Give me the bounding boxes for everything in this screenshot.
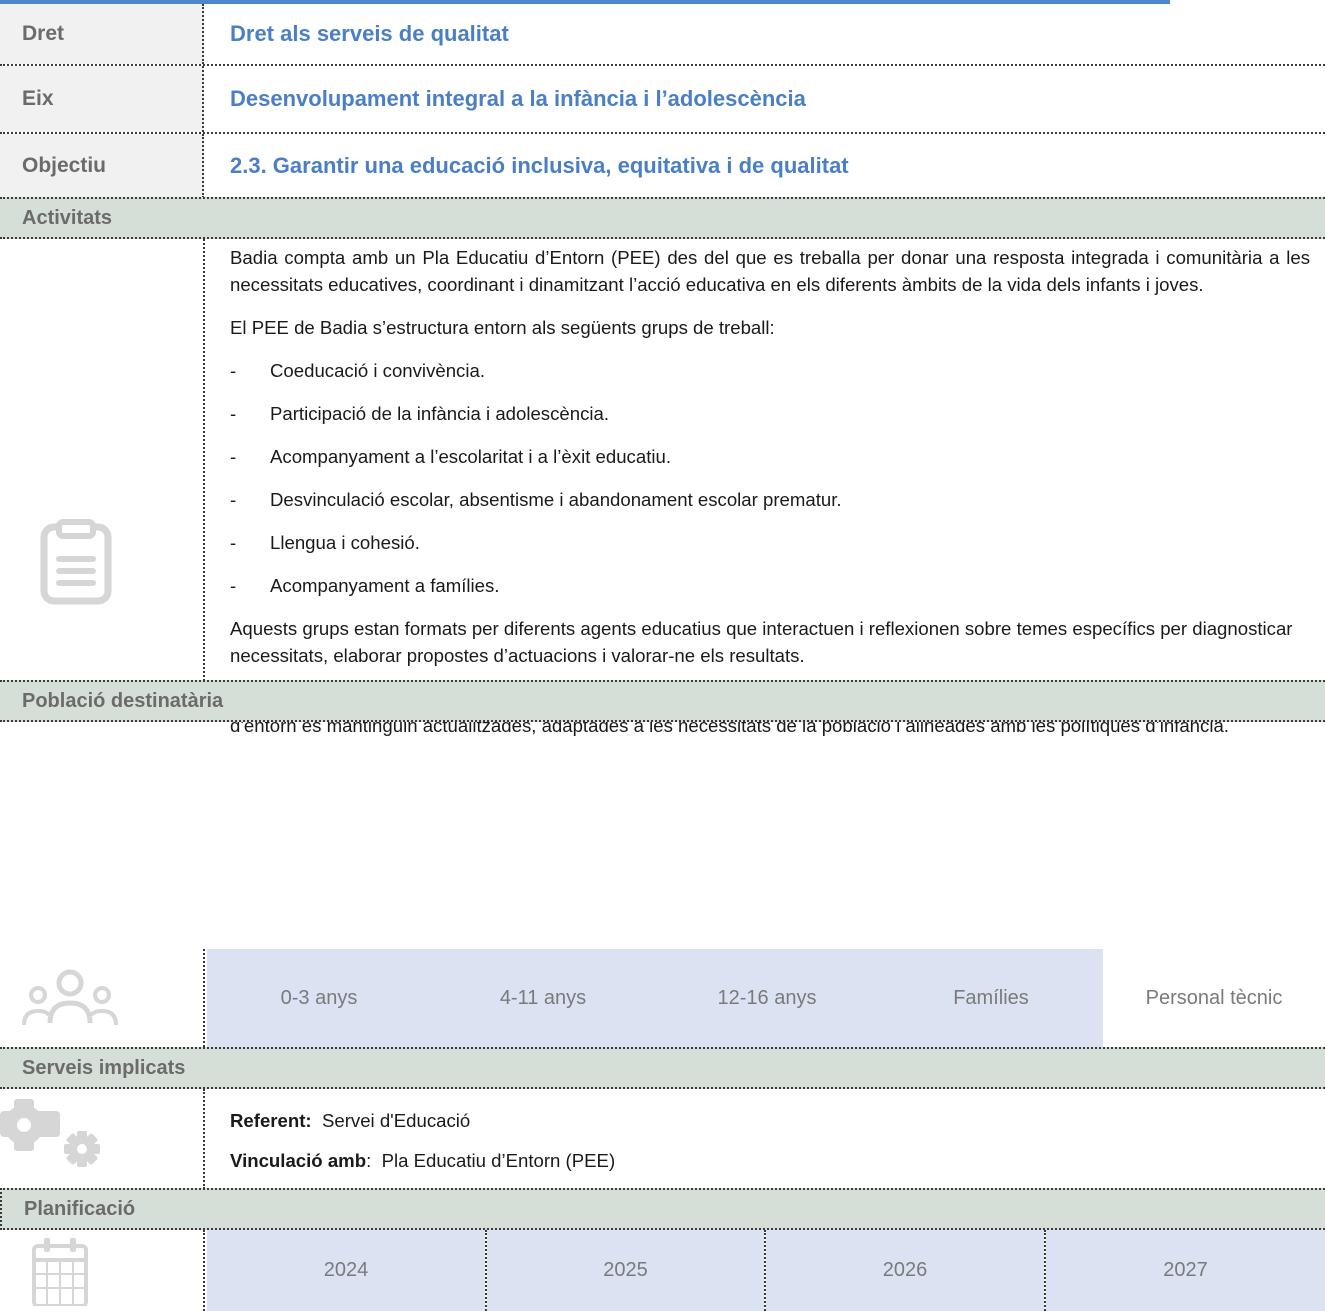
year-cell: 2024 [207, 1230, 485, 1311]
row-objectiu: Objectiu 2.3. Garantir una educació incl… [0, 134, 1325, 198]
year-divider [764, 1230, 766, 1311]
objectiu-value: 2.3. Garantir una educació inclusiva, eq… [230, 153, 849, 178]
list-item: - Participació de la infància i adolescèn… [230, 403, 610, 424]
row-dret: Dret Dret als serveis de qualitat [0, 4, 1325, 66]
serveis-header: Serveis implicats [0, 1047, 1325, 1089]
year-cell: 2026 [766, 1230, 1044, 1311]
year-divider [485, 1230, 487, 1311]
list-item: - Desvinculació escolar, absentisme i aba… [230, 489, 842, 510]
eix-value: Desenvolupament integral a la infància i… [230, 86, 806, 111]
activitats-icon-cell [0, 239, 205, 681]
poblacio-icon-cell [0, 949, 205, 1047]
poblacio-header: Població destinatària [0, 680, 1325, 722]
poblacio-item: 4-11 anys [499, 986, 587, 1009]
year-divider [1044, 1230, 1046, 1311]
list-item: - Acompanyament a famílies. [230, 575, 500, 596]
list-item: - Acompanyament a l’escolaritat i a l’èxi… [230, 446, 672, 467]
vinculacio-label: Vinculació amb [230, 1150, 367, 1171]
groups-list: - Coeducació i convivència. - Participació… [230, 357, 1310, 599]
poblacio-item: Personal tècnic [1145, 986, 1283, 1009]
list-item: - Llengua i cohesió. [230, 532, 420, 553]
serveis-icon-cell [0, 1089, 205, 1189]
calendar-icon [32, 1238, 88, 1306]
gears-icon [0, 1099, 100, 1167]
referent-row: Referent: Servei d'Educació [230, 1110, 470, 1132]
row-eix: Eix Desenvolupament integral a la infànc… [0, 66, 1325, 134]
list-item: - Coeducació i convivència. [230, 360, 485, 381]
vinculacio-value: Pla Educatiu d’Entorn (PEE) [381, 1150, 616, 1171]
planificacio-header: Planificació [0, 1188, 1325, 1230]
activitats-para2: Aquests grups estan formats per diferent… [230, 618, 1293, 666]
poblacio-item: 12-16 anys [717, 986, 817, 1009]
people-group-icon [22, 969, 118, 1026]
clipboard-icon [40, 519, 112, 605]
vinculacio-row: Vinculació amb: Pla Educatiu d’Entorn (P… [230, 1150, 616, 1171]
activitats-body: Badia compta amb un Pla Educatiu d’Entor… [230, 244, 1310, 739]
referent-label: Referent: [230, 1110, 312, 1131]
eix-label: Eix [0, 66, 204, 132]
year-cell: 2027 [1046, 1230, 1325, 1311]
year-cell: 2025 [487, 1230, 764, 1311]
objectiu-label: Objectiu [0, 134, 204, 198]
activitats-intro: Badia compta amb un Pla Educatiu d’Entor… [230, 247, 1310, 295]
poblacio-spacer [0, 722, 1325, 949]
fitxa-accio: Dret Dret als serveis de qualitat Eix De… [0, 0, 1325, 1311]
activitats-header: Activitats [0, 197, 1325, 239]
referent-value: Servei d'Educació [321, 1110, 471, 1131]
planificacio-icon-cell [0, 1230, 205, 1311]
poblacio-item: 0-3 anys [280, 986, 358, 1009]
groups-intro: El PEE de Badia s’estructura entorn als … [230, 317, 775, 338]
poblacio-item: Famílies [953, 986, 1029, 1009]
dret-label: Dret [0, 4, 204, 64]
dret-value: Dret als serveis de qualitat [230, 21, 509, 46]
